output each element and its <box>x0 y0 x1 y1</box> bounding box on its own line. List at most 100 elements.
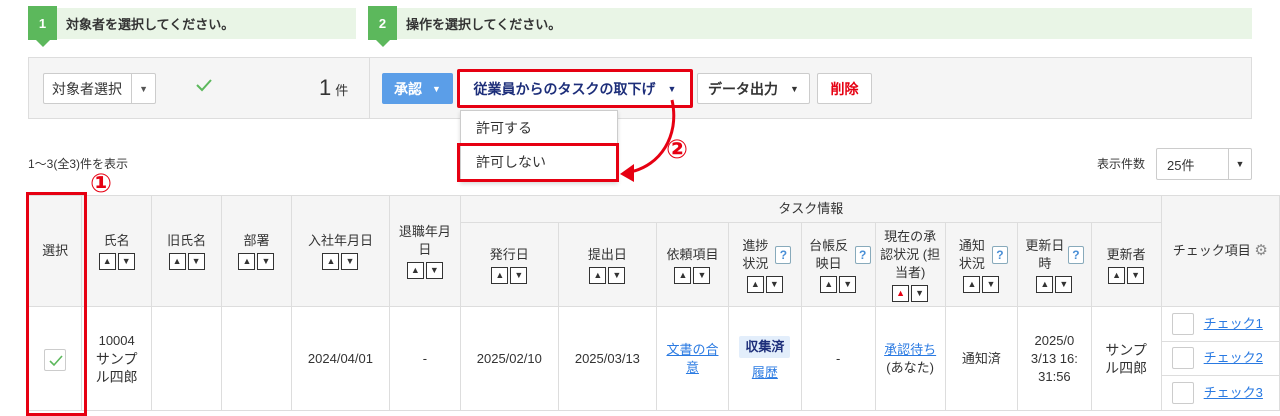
col-join-date-label: 入社年月日 <box>307 233 373 248</box>
sort-buttons[interactable]: ▲ ▼ <box>1018 275 1090 293</box>
toolbar-divider <box>369 58 370 118</box>
col-notify: 通知状況? ▲ ▼ <box>944 222 1019 307</box>
check-item-checkbox[interactable] <box>1171 313 1194 335</box>
employee-name: サンプル四郎 <box>95 350 138 385</box>
highlight-box-select-column <box>26 192 87 416</box>
col-leave-date: 退職年月日 ▲ ▼ <box>388 195 461 307</box>
sort-asc-icon[interactable]: ▲ <box>491 266 509 284</box>
sort-desc-icon[interactable]: ▼ <box>510 266 528 284</box>
check-item-checkbox[interactable] <box>1171 381 1194 404</box>
sort-buttons[interactable]: ▲ ▼ <box>729 275 801 293</box>
delete-button[interactable]: 削除 <box>817 73 872 104</box>
cell-progress: 収集済 履歴 <box>728 306 802 411</box>
sort-desc-icon[interactable]: ▼ <box>911 284 929 302</box>
col-request-item-label: 依頼項目 <box>666 246 719 262</box>
col-group-task-info: タスク情報 <box>459 195 1162 223</box>
col-join-date: 入社年月日 ▲ ▼ <box>290 195 390 307</box>
sort-buttons[interactable]: ▲ ▼ <box>559 266 656 284</box>
col-updated-at: 更新日時? ▲ ▼ <box>1017 222 1092 307</box>
cell-issue-date: 2025/02/10 <box>459 306 559 411</box>
sort-buttons[interactable]: ▲ ▼ <box>152 253 221 270</box>
sort-desc-icon[interactable]: ▼ <box>608 266 626 284</box>
history-link[interactable]: 履歴 <box>752 365 778 380</box>
chevron-down-icon: ▼ <box>432 83 441 94</box>
per-page-select[interactable]: 25件 ▼ <box>1156 148 1252 180</box>
sort-asc-icon[interactable]: ▲ <box>168 253 186 270</box>
request-item-link[interactable]: 文書の合意 <box>664 341 720 377</box>
per-page-value: 25件 <box>1157 149 1229 179</box>
sort-buttons[interactable]: ▲ ▼ <box>292 253 389 270</box>
sort-asc-icon[interactable]: ▲ <box>674 266 692 284</box>
sort-desc-icon[interactable]: ▼ <box>1055 275 1073 293</box>
help-icon[interactable]: ? <box>991 245 1008 264</box>
sort-asc-icon[interactable]: ▲ <box>589 266 607 284</box>
sort-buttons[interactable]: ▲ ▼ <box>1092 266 1161 284</box>
cell-notify: 通知済 <box>944 306 1019 411</box>
marker-2: ② <box>666 134 689 164</box>
sort-desc-icon[interactable]: ▼ <box>982 275 1000 293</box>
col-dept-label: 部署 <box>243 233 270 248</box>
chevron-down-icon: ▼ <box>1235 159 1245 169</box>
check-item-link[interactable]: チェック2 <box>1204 349 1263 367</box>
menu-item-allow[interactable]: 許可する <box>461 111 617 145</box>
check-item-link[interactable]: チェック1 <box>1204 315 1263 333</box>
sort-buttons[interactable]: ▲ ▼ <box>657 266 728 284</box>
sort-asc-icon[interactable]: ▲ <box>892 284 910 302</box>
sort-desc-icon[interactable]: ▼ <box>1127 266 1145 284</box>
sort-desc-icon[interactable]: ▼ <box>257 253 275 270</box>
check-item-link[interactable]: チェック3 <box>1204 384 1263 402</box>
sort-asc-icon[interactable]: ▲ <box>820 275 838 293</box>
sort-asc-icon[interactable]: ▲ <box>963 275 981 293</box>
approve-button[interactable]: 承認 ▼ <box>382 73 453 104</box>
sort-asc-icon[interactable]: ▲ <box>1036 275 1054 293</box>
sort-buttons[interactable]: ▲ ▼ <box>390 262 460 279</box>
cell-updated-at: 2025/03/13 16:31:56 <box>1017 306 1092 411</box>
sort-asc-icon[interactable]: ▲ <box>746 275 764 293</box>
sort-buttons[interactable]: ▲ ▼ <box>222 253 291 270</box>
sort-desc-icon[interactable]: ▼ <box>187 253 205 270</box>
target-select[interactable]: 対象者選択 ▼ <box>43 73 156 104</box>
sort-buttons[interactable]: ▲ ▼ <box>802 275 875 293</box>
col-ledger-label: 台帳反映日 <box>809 237 849 271</box>
sort-buttons[interactable]: ▲ ▼ <box>946 275 1018 293</box>
count-value: 1 <box>319 75 332 100</box>
range-text: 1〜3(全3)件を表示 <box>28 157 129 171</box>
sort-desc-icon[interactable]: ▼ <box>341 253 359 270</box>
sort-asc-icon[interactable]: ▲ <box>322 253 340 270</box>
sort-asc-icon[interactable]: ▲ <box>1108 266 1126 284</box>
data-export-button[interactable]: データ出力 ▼ <box>697 73 810 104</box>
help-icon[interactable]: ? <box>854 245 871 264</box>
col-old-name-label: 旧氏名 <box>167 233 207 248</box>
step-1: 1 対象者を選択してください。 <box>28 6 356 47</box>
sort-desc-icon[interactable]: ▼ <box>425 262 443 279</box>
col-submit-date: 提出日 ▲ ▼ <box>557 222 657 307</box>
col-check-items: チェック項目 ⚙ <box>1160 195 1280 307</box>
sort-buttons[interactable]: ▲ ▼ <box>82 253 151 270</box>
approve-label: 承認 <box>394 80 423 97</box>
selected-count: 1 件 <box>319 75 348 101</box>
col-issue-date-label: 発行日 <box>489 246 529 262</box>
help-icon[interactable]: ? <box>1067 245 1084 264</box>
col-approval-label: 現在の承認状況 (担当者) <box>880 228 941 280</box>
sort-asc-icon[interactable]: ▲ <box>98 253 116 270</box>
sort-desc-icon[interactable]: ▼ <box>117 253 135 270</box>
sort-asc-icon[interactable]: ▲ <box>406 262 424 279</box>
sort-asc-icon[interactable]: ▲ <box>238 253 256 270</box>
table-row: 10004 サンプル四郎 2024/04/01 - 2025/02/10 2025… <box>27 306 1280 411</box>
cell-leave-date: - <box>388 306 461 411</box>
sort-desc-icon[interactable]: ▼ <box>693 266 711 284</box>
cell-old-name <box>151 306 223 411</box>
sort-desc-icon[interactable]: ▼ <box>765 275 783 293</box>
sort-buttons[interactable]: ▲ ▼ <box>461 266 558 284</box>
help-icon[interactable]: ? <box>775 245 792 264</box>
approval-link[interactable]: 承認待ち <box>884 342 936 357</box>
sort-buttons[interactable]: ▲ ▼ <box>876 284 945 302</box>
col-leave-date-label: 退職年月日 <box>398 224 451 257</box>
sort-desc-icon[interactable]: ▼ <box>839 275 857 293</box>
col-progress: 進捗状況? ▲ ▼ <box>728 222 802 307</box>
employee-task-table: 選択 氏名 ▲ ▼ 旧氏名 ▲ ▼ 部署 ▲ ▼ 入社年月日 ▲ ▼ 退職年月日 ▲ ▼ タスク情報… <box>27 195 1280 411</box>
col-request-item: 依頼項目 ▲ ▼ <box>655 222 730 307</box>
cell-request-item: 文書の合意 <box>655 306 730 411</box>
check-item-checkbox[interactable] <box>1171 347 1194 369</box>
gear-icon[interactable]: ⚙ <box>1254 242 1267 259</box>
